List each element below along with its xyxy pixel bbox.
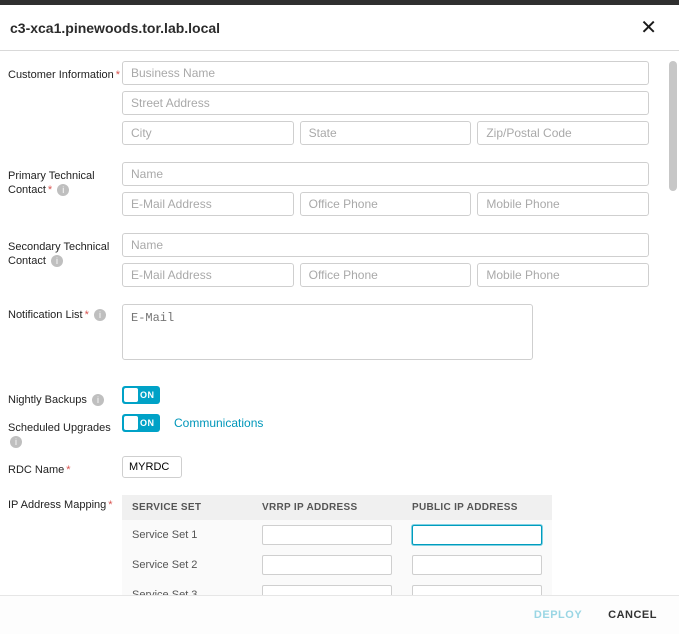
notification-email-textarea[interactable]: [122, 304, 533, 360]
scrollbar-thumb[interactable]: [669, 61, 677, 191]
rdc-name-input[interactable]: [122, 456, 182, 478]
info-icon[interactable]: i: [94, 309, 106, 321]
service-set-label: Service Set 2: [122, 550, 252, 580]
table-row: Service Set 1: [122, 520, 552, 550]
primary-office-input[interactable]: [300, 192, 472, 216]
vrrp-ip-input-3[interactable]: [262, 585, 392, 595]
state-input[interactable]: [300, 121, 472, 145]
scrollbar[interactable]: [669, 61, 677, 271]
primary-email-input[interactable]: [122, 192, 294, 216]
secondary-name-input[interactable]: [122, 233, 649, 257]
dialog-header: c3-xca1.pinewoods.tor.lab.local ✕: [0, 5, 679, 51]
ip-mapping-label: IP Address Mapping*: [6, 491, 122, 512]
th-vrrp: VRRP IP ADDRESS: [252, 495, 402, 520]
city-input[interactable]: [122, 121, 294, 145]
secondary-contact-label: Secondary Technical Contact i: [6, 233, 122, 268]
scheduled-upgrades-label: Scheduled Upgrades i: [6, 414, 122, 449]
toggle-knob: [124, 416, 138, 430]
communications-link[interactable]: Communications: [174, 416, 263, 430]
ip-mapping-table: SERVICE SET VRRP IP ADDRESS PUBLIC IP AD…: [122, 495, 552, 595]
business-name-input[interactable]: [122, 61, 649, 85]
nightly-backups-toggle[interactable]: ON: [122, 386, 160, 404]
secondary-office-input[interactable]: [300, 263, 472, 287]
deploy-button[interactable]: DEPLOY: [534, 609, 582, 621]
street-address-input[interactable]: [122, 91, 649, 115]
public-ip-input-3[interactable]: [412, 585, 542, 595]
info-icon[interactable]: i: [92, 394, 104, 406]
secondary-mobile-input[interactable]: [477, 263, 649, 287]
service-set-label: Service Set 1: [122, 520, 252, 550]
zip-input[interactable]: [477, 121, 649, 145]
service-set-label: Service Set 3: [122, 580, 252, 595]
toggle-knob: [124, 388, 138, 402]
customer-info-label: Customer Information*: [6, 61, 122, 82]
table-row: Service Set 3: [122, 580, 552, 595]
toggle-on-label: ON: [140, 418, 155, 428]
th-public: PUBLIC IP ADDRESS: [402, 495, 552, 520]
vrrp-ip-input-1[interactable]: [262, 525, 392, 545]
primary-contact-label: Primary Technical Contact* i: [6, 162, 122, 197]
rdc-name-label: RDC Name*: [6, 456, 122, 477]
table-row: Service Set 2: [122, 550, 552, 580]
public-ip-input-2[interactable]: [412, 555, 542, 575]
vrrp-ip-input-2[interactable]: [262, 555, 392, 575]
dialog-title: c3-xca1.pinewoods.tor.lab.local: [10, 20, 220, 36]
primary-name-input[interactable]: [122, 162, 649, 186]
public-ip-input-1[interactable]: [412, 525, 542, 545]
cancel-button[interactable]: CANCEL: [608, 609, 657, 621]
secondary-email-input[interactable]: [122, 263, 294, 287]
dialog-body: Customer Information* Primary Technical …: [0, 51, 679, 595]
close-icon[interactable]: ✕: [636, 15, 661, 40]
info-icon[interactable]: i: [10, 436, 22, 448]
primary-mobile-input[interactable]: [477, 192, 649, 216]
dialog-footer: DEPLOY CANCEL: [0, 595, 679, 634]
th-service-set: SERVICE SET: [122, 495, 252, 520]
nightly-backups-label: Nightly Backups i: [6, 386, 122, 407]
scheduled-upgrades-toggle[interactable]: ON: [122, 414, 160, 432]
notification-list-label: Notification List* i: [6, 304, 122, 322]
toggle-on-label: ON: [140, 390, 155, 400]
info-icon[interactable]: i: [57, 184, 69, 196]
info-icon[interactable]: i: [51, 255, 63, 267]
